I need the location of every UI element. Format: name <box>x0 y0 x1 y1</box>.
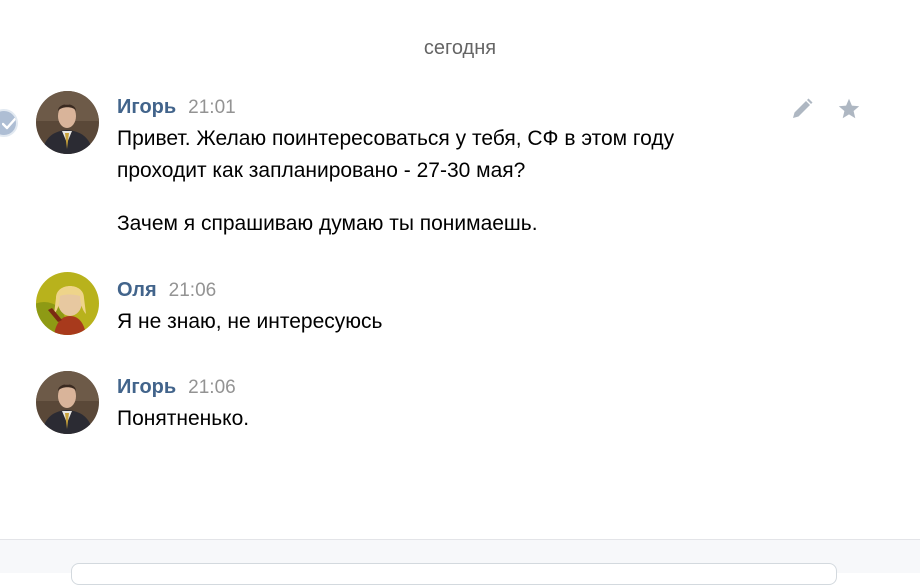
avatar-igor[interactable] <box>36 371 99 434</box>
date-separator: сегодня <box>423 37 497 59</box>
author-name[interactable]: Оля <box>117 279 157 301</box>
selected-check-icon[interactable] <box>0 109 18 137</box>
message-header: Оля 21:06 <box>117 279 216 305</box>
favorite-button[interactable] <box>837 97 861 121</box>
composer-bar <box>0 539 920 585</box>
message-text-line: проходит как запланировано - 27-30 мая? <box>117 159 526 182</box>
message-text-line: Я не знаю, не интересуюсь <box>117 310 383 333</box>
author-name[interactable]: Игорь <box>117 96 176 118</box>
edit-button[interactable] <box>790 97 814 121</box>
message-header: Игорь 21:01 <box>117 96 236 122</box>
author-name[interactable]: Игорь <box>117 376 176 398</box>
avatar-olya[interactable] <box>36 272 99 335</box>
star-icon <box>838 98 860 119</box>
pencil-icon <box>793 98 813 118</box>
message-text-line: Понятненько. <box>117 407 250 430</box>
message-time[interactable]: 21:06 <box>188 377 236 398</box>
message-header: Игорь 21:06 <box>117 376 236 402</box>
avatar-igor[interactable] <box>36 91 99 154</box>
message-text-line: Зачем я спрашиваю думаю ты понимаешь. <box>117 212 538 235</box>
message-time[interactable]: 21:01 <box>188 97 236 118</box>
message-input[interactable] <box>71 563 837 585</box>
message-time[interactable]: 21:06 <box>169 280 217 301</box>
message-text-line: Привет. Желаю поинтересоваться у тебя, С… <box>117 127 675 150</box>
